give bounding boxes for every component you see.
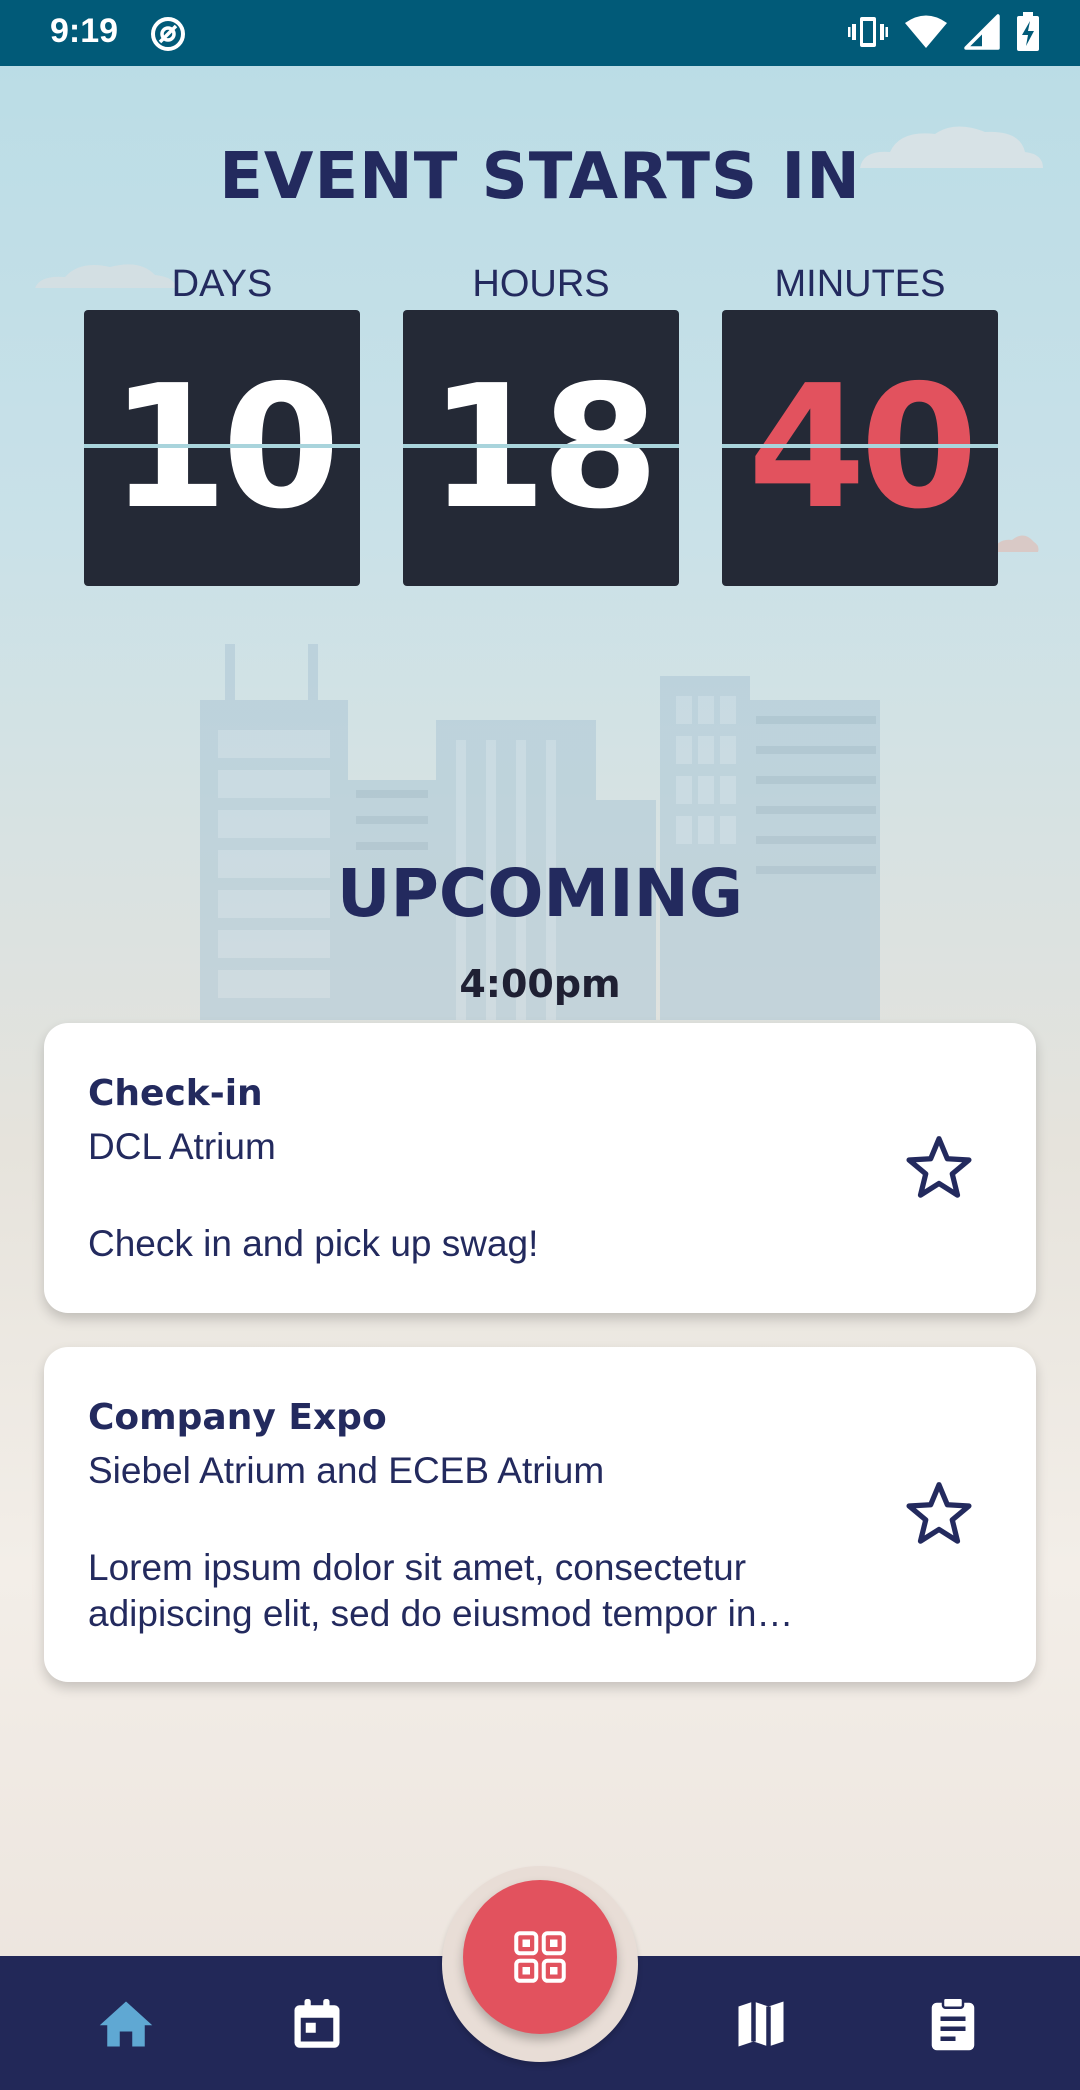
star-icon[interactable] (902, 1131, 976, 1205)
wifi-icon (905, 15, 947, 48)
tile-split-line (403, 444, 679, 448)
countdown-value: 18 (428, 349, 660, 547)
clipboard-icon[interactable] (923, 1994, 983, 2054)
countdown-label: MINUTES (774, 263, 946, 305)
event-description: Lorem ipsum dolor sit amet, consectetur … (88, 1547, 794, 1634)
countdown-value: 40 (747, 349, 979, 547)
event-title: Check-in (88, 1073, 263, 1114)
countdown-minutes: MINUTES 40 (722, 260, 998, 586)
countdown-tile: 10 (84, 310, 360, 586)
countdown-value: 10 (109, 349, 341, 547)
status-time: 9:19 (50, 12, 119, 50)
countdown-title: EVENT STARTS IN (219, 140, 861, 214)
qr-code-icon (514, 1931, 566, 1983)
event-location: DCL Atrium (88, 1126, 276, 1167)
signal-icon (964, 14, 1000, 50)
qr-scan-button[interactable] (463, 1880, 617, 2034)
event-description: Check in and pick up swag! (88, 1223, 539, 1264)
map-icon[interactable] (731, 1994, 791, 2054)
upcoming-time: 4:00pm (459, 962, 621, 1006)
countdown-tile: 18 (403, 310, 679, 586)
countdown-label: DAYS (171, 263, 273, 305)
event-card-check-in[interactable]: Check-in DCL Atrium Check in and pick up… (44, 1023, 1036, 1313)
vibrate-icon (848, 17, 888, 47)
tile-split-line (722, 444, 998, 448)
event-title: Company Expo (88, 1397, 387, 1438)
tile-split-line (84, 444, 360, 448)
status-bar: 9:19 (0, 0, 1080, 66)
event-card-company-expo[interactable]: Company Expo Siebel Atrium and ECEB Atri… (44, 1347, 1036, 1682)
battery-charging-icon (1017, 12, 1039, 51)
countdown-tile: 40 (722, 310, 998, 586)
app-notification-icon (151, 17, 185, 51)
upcoming-title: UPCOMING (336, 855, 744, 932)
countdown-days: DAYS 10 (84, 260, 360, 586)
countdown-hours: HOURS 18 (403, 260, 679, 586)
event-location: Siebel Atrium and ECEB Atrium (88, 1450, 605, 1491)
home-icon[interactable] (96, 1994, 156, 2054)
countdown-label: HOURS (472, 263, 610, 305)
star-icon[interactable] (902, 1477, 976, 1551)
calendar-icon[interactable] (287, 1994, 347, 2054)
